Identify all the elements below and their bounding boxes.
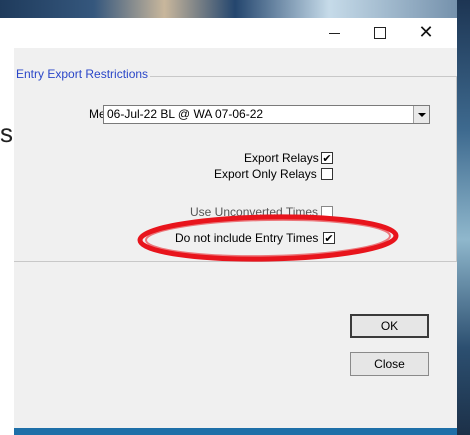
minimize-button[interactable] [311,18,357,48]
ok-button[interactable]: OK [350,314,429,338]
background-text: s [0,118,13,148]
taskbar-strip [14,428,457,435]
group-legend: Entry Export Restrictions [14,67,151,81]
chevron-down-icon [417,112,426,117]
meet-select-value: 06-Jul-22 BL @ WA 07-06-22 [107,107,264,121]
close-window-button[interactable]: ✕ [403,18,449,48]
dropdown-arrow-button[interactable] [413,106,429,123]
minimize-icon [328,32,340,34]
maximize-icon [374,27,386,39]
export-only-relays-checkbox[interactable] [321,168,333,180]
desktop-background-top [0,0,470,18]
no-entry-times-label: Do not include Entry Times [175,231,319,245]
close-button[interactable]: Close [350,352,429,376]
desktop-background-right [457,0,470,435]
background-window-strip [0,18,14,435]
close-icon: ✕ [418,22,434,43]
use-unconverted-times-checkbox[interactable] [321,206,333,218]
no-entry-times-checkbox[interactable]: ✔ [323,232,335,244]
entry-export-dialog: ✕ Entry Export Restrictions Meet: 06-Jul… [14,18,457,428]
title-bar: ✕ [14,18,457,48]
use-unconverted-times-label: Use Unconverted Times [190,205,319,219]
export-relays-label: Export Relays [244,151,319,165]
maximize-button[interactable] [357,18,403,48]
meet-select[interactable]: 06-Jul-22 BL @ WA 07-06-22 [103,105,430,124]
export-only-relays-label: Export Only Relays [214,167,317,181]
export-relays-checkbox[interactable]: ✔ [321,152,333,164]
